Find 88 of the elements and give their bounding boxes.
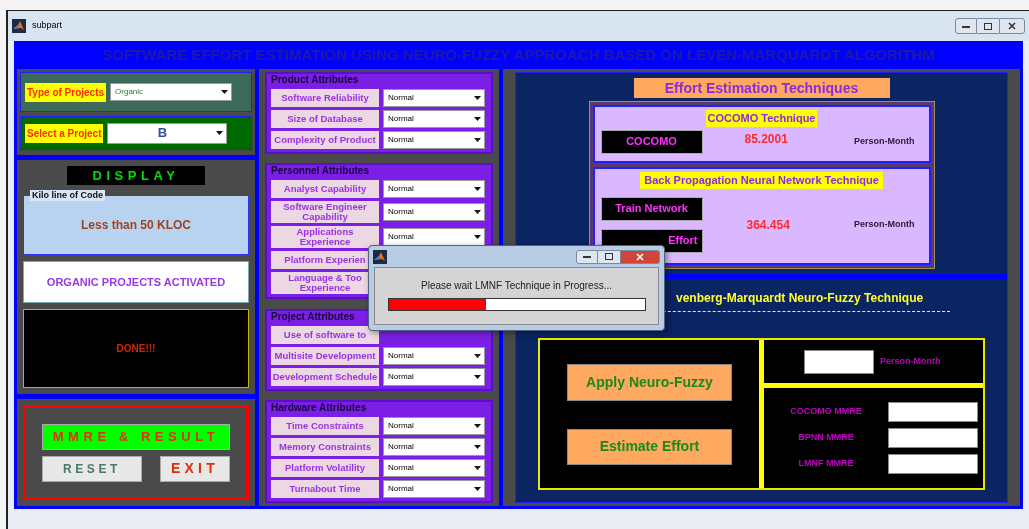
dropdown[interactable]: Normal — [383, 228, 485, 247]
attribute-label: Time Constraints — [271, 417, 379, 435]
mmre-field[interactable] — [888, 428, 978, 448]
unit-label: Person-Month — [854, 134, 915, 148]
project-select-label: Select a Project — [25, 123, 104, 143]
banner-title: SOFTWARE EFFORT ESTIMATION USING NEURO-FUZZY APPROACH BASED ON LEVEN-MARQUARDT ALGORITHM — [101, 45, 936, 65]
techniques-title: Effort Estimation Techniques — [633, 78, 890, 98]
dropdown-arrow-icon — [474, 424, 481, 428]
bpnn-heading: Back Propagation Neural Network Technique — [640, 172, 883, 189]
dropdown[interactable]: Normal — [383, 459, 485, 477]
attribute-label: Complexity of Product — [271, 131, 379, 149]
attribute-label: Software Engineer Capability — [271, 201, 379, 224]
dropdown-arrow-icon — [474, 353, 481, 358]
train-network-button[interactable]: Train Network — [600, 196, 703, 221]
minimize-button[interactable] — [955, 18, 977, 34]
display-label: DISPLAY — [67, 166, 205, 185]
attribute-label: Multisite Development — [271, 346, 379, 365]
effort-field[interactable] — [804, 349, 874, 374]
window-title: subpart — [32, 19, 63, 33]
status-text: ORGANIC PROJECTS ACTIVATED — [46, 274, 226, 290]
attribute-label: Analyst Capability — [271, 180, 379, 199]
dialog-message: Please wait LMNF Technique in Progress... — [421, 279, 612, 293]
attribute-label: Development Schedule — [271, 367, 379, 386]
minimize-icon — [583, 255, 591, 258]
kloc-group-label: Kilo line of Code — [30, 190, 105, 201]
mmre-label: LMNF MMRE — [797, 457, 855, 471]
attribute-label: Turnabout Time — [271, 480, 379, 498]
dropdown-arrow-icon — [474, 235, 481, 240]
minimize-button[interactable] — [576, 249, 598, 264]
dropdown[interactable]: Normal — [383, 417, 485, 435]
dropdown-arrow-icon — [474, 210, 481, 215]
dropdown[interactable]: Normal — [383, 480, 485, 498]
app-icon — [373, 249, 387, 264]
close-icon — [1008, 22, 1016, 30]
kloc-value: Less than 50 KLOC — [81, 217, 191, 234]
mmre-field[interactable] — [888, 454, 978, 474]
reset-button[interactable]: RESET — [42, 455, 142, 482]
attribute-label: Memory Constraints — [271, 438, 379, 456]
unit-label: Person-Month — [880, 354, 941, 368]
close-icon — [636, 252, 644, 261]
unit-label: Person-Month — [854, 217, 915, 231]
dropdown-arrow-icon — [474, 138, 481, 142]
dropdown[interactable]: Normal — [383, 438, 485, 456]
dropdown-arrow-icon — [474, 487, 481, 491]
mmre-label: BPNN MMRE — [797, 431, 855, 445]
mmre-field[interactable] — [888, 402, 978, 422]
bpnn-value: 364.454 — [746, 216, 790, 234]
close-button[interactable] — [999, 18, 1025, 34]
app-icon — [12, 19, 26, 33]
dropdown[interactable]: Normal — [383, 203, 485, 222]
maximize-icon — [984, 22, 992, 30]
dropdown[interactable]: Normal — [383, 89, 485, 107]
dropdown[interactable]: Organic — [110, 83, 233, 101]
dropdown-arrow-icon — [474, 187, 481, 192]
dropdown[interactable]: B — [107, 122, 228, 144]
lmnf-heading: venberg-Marquardt Neuro-Fuzzy Technique — [675, 290, 925, 307]
dropdown-arrow-icon — [474, 117, 481, 121]
dropdown[interactable]: Normal — [383, 367, 485, 386]
cocomo-value: 85.2001 — [744, 130, 788, 148]
maximize-button[interactable] — [977, 18, 999, 34]
dropdown-arrow-icon — [474, 96, 481, 100]
group-title: Hardware Attributes — [271, 402, 367, 414]
attribute-label: Platform Volatility — [271, 459, 379, 477]
dropdown[interactable]: Normal — [383, 346, 485, 365]
dropdown[interactable]: Normal — [383, 110, 485, 128]
minimize-icon — [962, 24, 970, 28]
maximize-icon — [605, 253, 613, 260]
dropdown[interactable]: Normal — [383, 180, 485, 199]
dropdown-arrow-icon — [474, 466, 481, 470]
attribute-label: Software Reliability — [271, 89, 379, 107]
cocomo-heading: COCOMO Technique — [705, 110, 818, 127]
group-title: Product Attributes — [271, 74, 359, 86]
exit-button[interactable]: EXIT — [160, 455, 230, 482]
attribute-label: Use of software to — [271, 325, 379, 344]
group-title: Personnel Attributes — [271, 165, 369, 178]
mmre-label: COCOMO MMRE — [789, 405, 863, 419]
project-type-label: Type of Projects — [25, 82, 107, 102]
cocomo-button[interactable]: COCOMO — [600, 129, 703, 154]
dropdown-arrow-icon — [474, 374, 481, 379]
dropdown[interactable]: Normal — [383, 131, 485, 149]
group-title: Project Attributes — [271, 310, 355, 323]
maximize-button[interactable] — [598, 249, 620, 264]
dropdown-arrow-icon — [216, 131, 224, 135]
attribute-label: Applications Experience — [271, 226, 379, 249]
attribute-label: Size of Database — [271, 110, 379, 128]
dropdown-arrow-icon — [221, 90, 229, 94]
dropdown-arrow-icon — [474, 445, 481, 449]
message-text: DONE!!! — [116, 342, 156, 356]
